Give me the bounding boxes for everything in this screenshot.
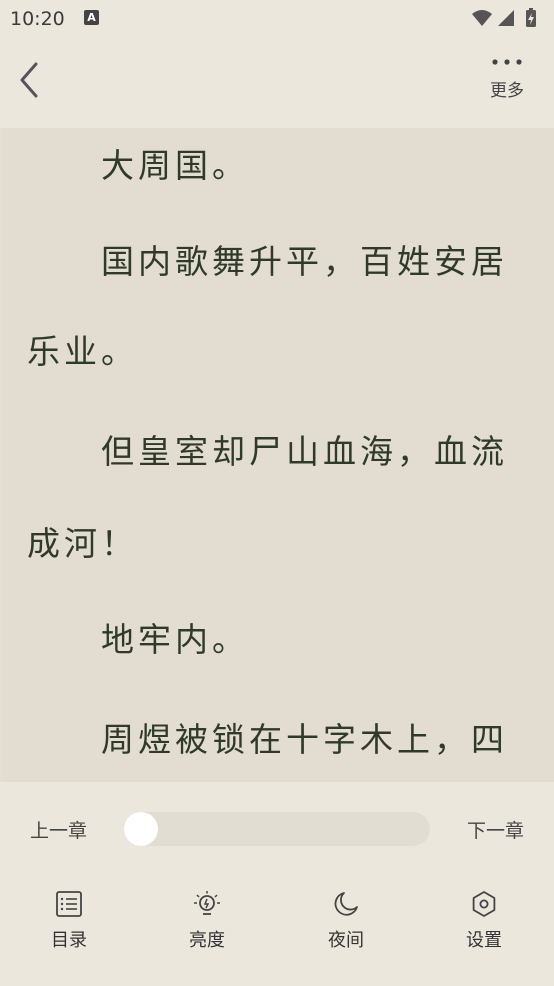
list-icon [56,891,82,917]
a-notification-icon: A [84,10,99,25]
catalog-label: 目录 [51,930,87,951]
wifi-icon [472,10,492,26]
next-chapter-button[interactable]: 下一章 [467,816,524,843]
brightness-button[interactable]: 亮度 [167,890,247,952]
night-mode-label: 夜间 [328,930,364,951]
text-line: 地牢内。 [27,620,249,659]
status-time: 10:20 [10,8,65,30]
settings-button[interactable]: 设置 [444,890,524,952]
brightness-label: 亮度 [189,930,225,951]
status-icons [470,8,542,28]
text-line: 成河！ [27,524,138,563]
more-button[interactable]: 更多 [482,54,532,114]
moon-icon [334,892,358,916]
chevron-left-icon [20,62,38,98]
reading-content[interactable]: 大周国。 国内歌舞升平，百姓安居 乐业。 但皇室却尸山血海，血流 成河！ 地牢内… [0,128,554,782]
prev-chapter-button[interactable]: 上一章 [30,816,87,843]
progress-slider-thumb[interactable] [124,812,158,846]
chapter-progress-slider[interactable] [124,812,430,846]
text-line: 大周国。 [27,146,249,185]
text-line: 国内歌舞升平，百姓安居 [27,242,508,281]
top-nav-bar: 更多 [0,38,554,128]
bottom-controls: 上一章 下一章 目录 亮度 夜间 设置 [0,782,554,986]
text-line: 乐业。 [27,332,138,371]
more-label: 更多 [490,81,524,101]
signal-icon [498,10,514,26]
status-bar: 10:20 A [0,0,554,38]
text-line: 但皇室却尸山血海，血流 [27,432,508,471]
settings-label: 设置 [466,930,502,951]
battery-icon [526,8,536,27]
catalog-button[interactable]: 目录 [29,890,109,952]
more-dots-icon [492,59,522,65]
hexagon-settings-icon [472,891,496,917]
lightbulb-icon [194,891,220,915]
night-mode-button[interactable]: 夜间 [306,890,386,952]
text-line: 周煜被锁在十字木上，四 [27,720,508,759]
back-button[interactable] [14,60,54,106]
